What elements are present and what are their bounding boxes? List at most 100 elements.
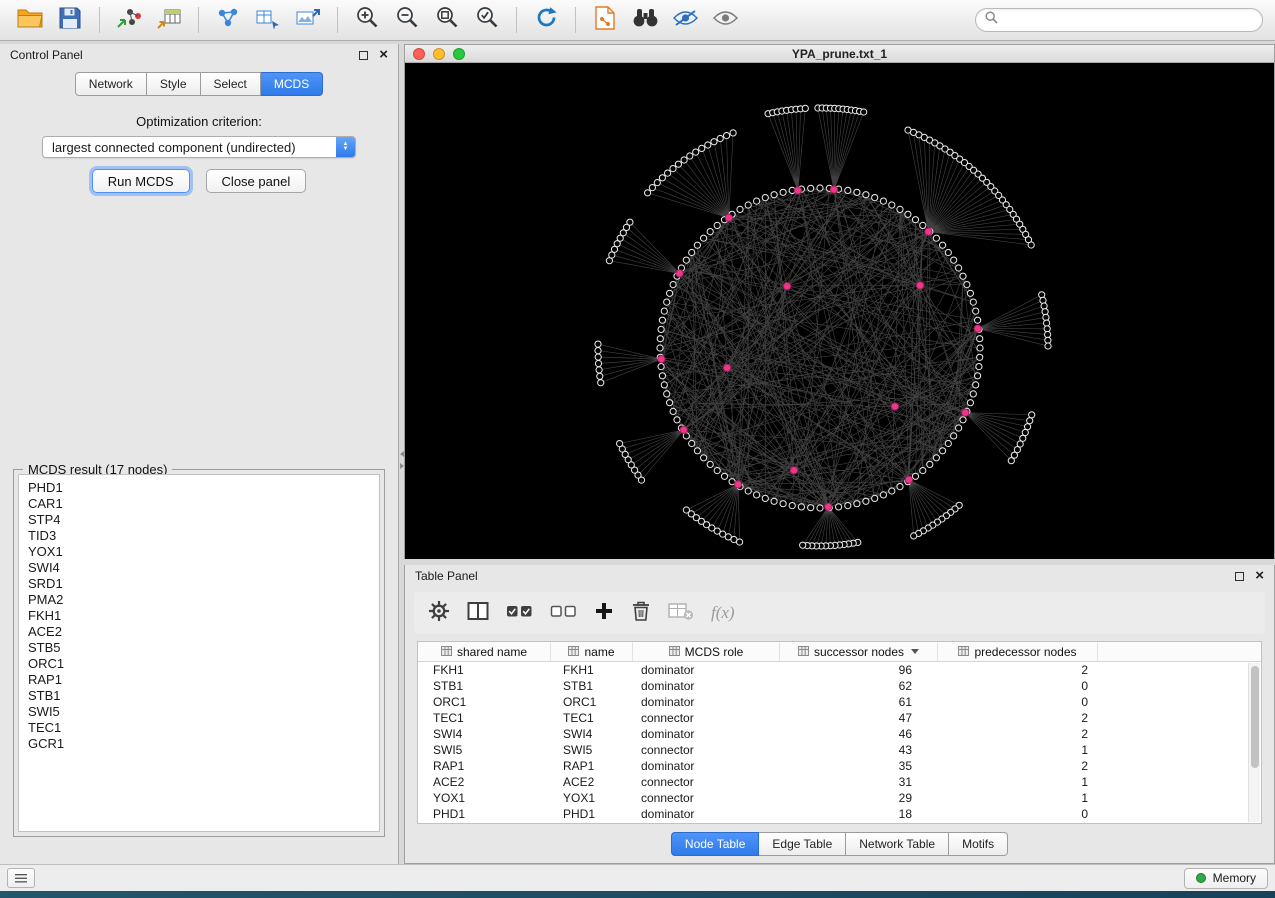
run-mcds-button[interactable]: Run MCDS bbox=[92, 169, 190, 193]
table-bottom-tabs: Node TableEdge TableNetwork TableMotifs bbox=[405, 832, 1274, 856]
vertical-splitter[interactable] bbox=[399, 44, 404, 864]
column-header-filler bbox=[1098, 642, 1261, 661]
column-header-successor-nodes[interactable]: successor nodes bbox=[780, 642, 938, 661]
criterion-select[interactable]: largest connected component (undirected)… bbox=[42, 136, 356, 158]
refresh-view-button[interactable] bbox=[528, 5, 564, 36]
cell-name: YOX1 bbox=[551, 791, 633, 805]
result-node[interactable]: SRD1 bbox=[28, 576, 370, 592]
float-panel-icon[interactable] bbox=[1235, 572, 1244, 581]
memory-button[interactable]: Memory bbox=[1184, 868, 1268, 889]
task-history-button[interactable] bbox=[7, 868, 35, 888]
tab-node-table[interactable]: Node Table bbox=[671, 832, 760, 856]
tab-network-table[interactable]: Network Table bbox=[846, 832, 949, 856]
table-row[interactable]: ORC1ORC1dominator610 bbox=[418, 694, 1248, 710]
export-network-image-button[interactable] bbox=[290, 5, 326, 36]
scrollbar-thumb[interactable] bbox=[1251, 666, 1259, 768]
float-panel-icon[interactable] bbox=[359, 51, 368, 60]
result-node[interactable]: RAP1 bbox=[28, 672, 370, 688]
table-row[interactable]: YOX1YOX1connector291 bbox=[418, 790, 1248, 806]
cell-name: SWI4 bbox=[551, 727, 633, 741]
result-node[interactable]: CAR1 bbox=[28, 496, 370, 512]
table-scrollbar[interactable] bbox=[1248, 663, 1260, 822]
table-row[interactable]: ACE2ACE2connector311 bbox=[418, 774, 1248, 790]
network-canvas[interactable] bbox=[405, 63, 1274, 559]
result-node[interactable]: ACE2 bbox=[28, 624, 370, 640]
table-settings-button[interactable] bbox=[428, 600, 450, 627]
toolbar-separator bbox=[575, 7, 576, 33]
table-row[interactable]: TEC1TEC1connector472 bbox=[418, 710, 1248, 726]
import-table-from-file-button[interactable] bbox=[151, 5, 187, 36]
toolbar-search[interactable] bbox=[975, 8, 1263, 32]
new-network-button[interactable] bbox=[210, 5, 246, 36]
close-panel-icon[interactable]: × bbox=[1255, 571, 1264, 581]
show-columns-button[interactable] bbox=[467, 601, 489, 626]
tab-motifs[interactable]: Motifs bbox=[949, 832, 1008, 856]
table-row[interactable]: FKH1FKH1dominator962 bbox=[418, 662, 1248, 678]
column-label: successor nodes bbox=[814, 645, 904, 659]
column-label: shared name bbox=[457, 645, 527, 659]
column-header-predecessor-nodes[interactable]: predecessor nodes bbox=[938, 642, 1098, 661]
result-node[interactable]: PMA2 bbox=[28, 592, 370, 608]
result-node[interactable]: GCR1 bbox=[28, 736, 370, 752]
result-node[interactable]: ORC1 bbox=[28, 656, 370, 672]
result-node[interactable]: STP4 bbox=[28, 512, 370, 528]
search-input[interactable] bbox=[1004, 13, 1253, 27]
import-network-from-file-button[interactable] bbox=[111, 5, 147, 36]
find-button[interactable] bbox=[627, 5, 663, 36]
delete-column-button[interactable] bbox=[631, 600, 651, 627]
cell-predecessor_nodes: 1 bbox=[938, 775, 1098, 789]
optimization-criterion-label: Optimization criterion: bbox=[0, 114, 398, 129]
zoom-selected-button[interactable] bbox=[469, 5, 505, 36]
control-panel-title: Control Panel bbox=[10, 48, 83, 62]
select-all-button[interactable] bbox=[506, 604, 533, 623]
deselect-all-button[interactable] bbox=[550, 604, 577, 623]
column-header-MCDS-role[interactable]: MCDS role bbox=[633, 642, 780, 661]
delete-table-button[interactable] bbox=[668, 602, 694, 625]
tab-network[interactable]: Network bbox=[75, 72, 147, 96]
table-row[interactable]: SWI4SWI4dominator462 bbox=[418, 726, 1248, 742]
table-row[interactable]: PHD1PHD1dominator180 bbox=[418, 806, 1248, 822]
zoom-out-button[interactable] bbox=[389, 5, 425, 36]
open-file-button[interactable] bbox=[12, 5, 48, 36]
result-node[interactable]: TEC1 bbox=[28, 720, 370, 736]
close-panel-button[interactable]: Close panel bbox=[206, 169, 307, 193]
result-node[interactable]: TID3 bbox=[28, 528, 370, 544]
result-node[interactable]: YOX1 bbox=[28, 544, 370, 560]
tab-edge-table[interactable]: Edge Table bbox=[759, 832, 846, 856]
result-node[interactable]: SWI5 bbox=[28, 704, 370, 720]
zoom-fit-button[interactable] bbox=[429, 5, 465, 36]
clone-network-button[interactable] bbox=[250, 5, 286, 36]
cell-name: FKH1 bbox=[551, 663, 633, 677]
mcds-result-list[interactable]: PHD1CAR1STP4TID3YOX1SWI4SRD1PMA2FKH1ACE2… bbox=[18, 474, 380, 832]
import-network-icon bbox=[116, 7, 142, 34]
apply-function-button[interactable]: f(x) bbox=[711, 603, 735, 623]
result-node[interactable]: STB5 bbox=[28, 640, 370, 656]
control-panel-tabs: NetworkStyleSelectMCDS bbox=[0, 72, 398, 96]
result-node[interactable]: SWI4 bbox=[28, 560, 370, 576]
close-panel-icon[interactable]: × bbox=[379, 50, 388, 60]
result-node[interactable]: FKH1 bbox=[28, 608, 370, 624]
save-session-button[interactable] bbox=[52, 5, 88, 36]
tab-style[interactable]: Style bbox=[147, 72, 201, 96]
zoom-in-button[interactable] bbox=[349, 5, 385, 36]
show-all-button[interactable] bbox=[707, 5, 743, 36]
toolbar-separator bbox=[99, 7, 100, 33]
hide-selection-button[interactable] bbox=[667, 5, 703, 36]
cell-predecessor_nodes: 2 bbox=[938, 727, 1098, 741]
column-header-shared-name[interactable]: shared name bbox=[418, 642, 551, 661]
cell-successor_nodes: 31 bbox=[780, 775, 938, 789]
tab-mcds[interactable]: MCDS bbox=[261, 72, 323, 96]
export-document-button[interactable] bbox=[587, 5, 623, 36]
column-header-name[interactable]: name bbox=[551, 642, 633, 661]
document-share-icon bbox=[595, 6, 615, 35]
result-node[interactable]: STB1 bbox=[28, 688, 370, 704]
cell-predecessor_nodes: 2 bbox=[938, 759, 1098, 773]
table-row[interactable]: RAP1RAP1dominator352 bbox=[418, 758, 1248, 774]
toolbar-separator bbox=[516, 7, 517, 33]
table-row[interactable]: STB1STB1dominator620 bbox=[418, 678, 1248, 694]
tab-select[interactable]: Select bbox=[201, 72, 261, 96]
result-node[interactable]: PHD1 bbox=[28, 480, 370, 496]
splitter-grip-icon[interactable] bbox=[399, 451, 404, 469]
table-row[interactable]: SWI5SWI5connector431 bbox=[418, 742, 1248, 758]
add-column-button[interactable] bbox=[594, 601, 614, 626]
